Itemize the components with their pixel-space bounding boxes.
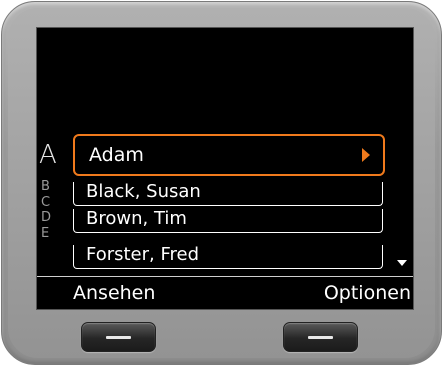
softkey-bar: Ansehen Optionen: [37, 276, 413, 309]
scroll-down-icon: [397, 260, 407, 266]
index-letter[interactable]: C: [41, 195, 55, 211]
display-screen: A B C D E Adam Black, Susan Brown, Tim F…: [36, 27, 414, 310]
index-letter[interactable]: D: [41, 210, 55, 226]
phone-bezel: A B C D E Adam Black, Susan Brown, Tim F…: [1, 1, 442, 365]
contact-item-selected[interactable]: Adam: [73, 134, 385, 176]
contact-name: Adam: [89, 144, 144, 166]
dash-icon: [308, 336, 333, 339]
contact-item[interactable]: Brown, Tim: [73, 208, 383, 233]
dash-icon: [106, 336, 131, 339]
contact-name: Forster, Fred: [86, 244, 200, 265]
contact-name: Black, Susan: [86, 181, 201, 202]
right-softkey-button[interactable]: [283, 322, 358, 352]
chevron-right-icon: [362, 148, 370, 162]
index-letter[interactable]: B: [41, 179, 55, 195]
contact-name: Brown, Tim: [86, 208, 187, 229]
softkey-label-options[interactable]: Optionen: [324, 279, 411, 307]
index-letter[interactable]: E: [41, 226, 55, 242]
left-softkey-button[interactable]: [81, 322, 156, 352]
contact-item[interactable]: Black, Susan: [73, 181, 383, 206]
contact-item[interactable]: Forster, Fred: [73, 244, 383, 269]
softkey-label-view[interactable]: Ansehen: [73, 279, 155, 307]
alphabet-index: B C D E: [41, 179, 55, 241]
current-index-letter: A: [39, 140, 57, 170]
